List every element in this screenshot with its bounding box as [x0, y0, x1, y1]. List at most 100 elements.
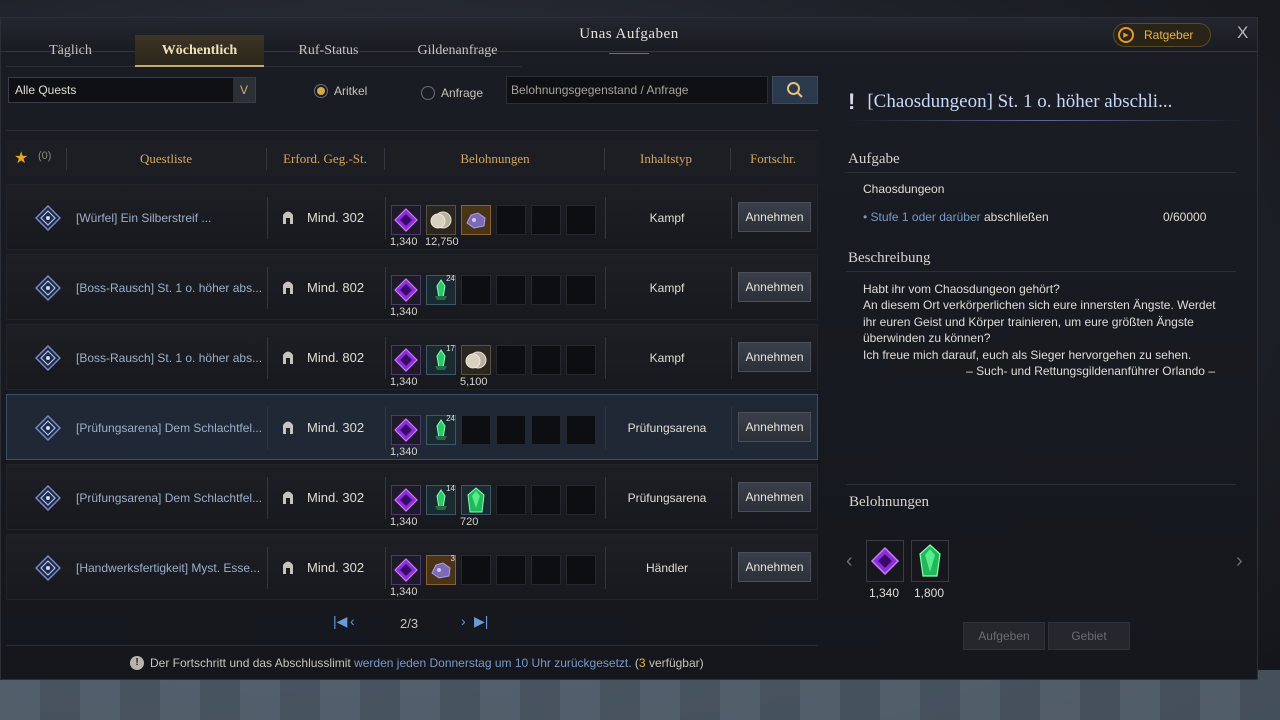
radio-dot-unchecked — [421, 86, 435, 100]
radio-request-label: Anfrage — [441, 86, 484, 100]
reward-slot[interactable] — [391, 555, 421, 585]
accept-button[interactable]: Annehmen — [738, 412, 811, 442]
purple-gem-icon — [394, 418, 418, 442]
quest-icon — [34, 484, 62, 512]
accept-button[interactable]: Annehmen — [738, 202, 811, 232]
radio-request[interactable]: Anfrage — [421, 86, 483, 100]
row-divider — [605, 407, 606, 449]
content-type: Kampf — [649, 211, 685, 225]
footer-text-4: verfügbar) — [648, 656, 704, 670]
col-progress: Fortschr. — [750, 151, 796, 166]
empty-reward-slot — [461, 555, 491, 585]
row-divider — [385, 267, 386, 309]
col-questlist: Questliste — [140, 151, 192, 166]
helmet-icon — [281, 208, 295, 226]
stack-count: 14 — [446, 484, 455, 493]
empty-reward-slot — [566, 555, 596, 585]
reward-slot[interactable] — [461, 345, 491, 375]
area-button[interactable]: Gebiet — [1048, 622, 1130, 650]
abandon-button[interactable]: Aufgeben — [963, 622, 1045, 650]
row-divider — [605, 477, 606, 519]
content-type: Prüfungsarena — [627, 491, 707, 505]
accept-button[interactable]: Annehmen — [738, 342, 811, 372]
empty-reward-slot — [566, 205, 596, 235]
reward-slot[interactable] — [391, 415, 421, 445]
reward-slot[interactable]: 3 — [426, 554, 456, 585]
row-divider — [267, 197, 268, 239]
row-divider — [605, 267, 606, 309]
row-divider — [605, 337, 606, 379]
quest-row[interactable]: [Würfel] Ein Silberstreif ... Mind. 302 1,… — [6, 184, 818, 250]
advisor-button[interactable]: ▶ Ratgeber — [1113, 23, 1211, 47]
tab-guild-request[interactable]: Gildenanfrage — [393, 35, 522, 67]
quest-row[interactable]: [Prüfungsarena] Dem Schlachtfel... Mind. … — [6, 394, 818, 460]
tab-weekly[interactable]: Wöchentlich — [135, 35, 264, 67]
emerald-icon — [919, 544, 941, 577]
accept-button[interactable]: Annehmen — [738, 482, 811, 512]
tab-reputation[interactable]: Ruf-Status — [264, 35, 393, 67]
reward-amount: 1,800 — [914, 586, 945, 600]
reward-amount: 5,100 — [460, 376, 488, 388]
footer-text-2: werden jeden Donnerstag um 10 Uhr zurück… — [354, 656, 632, 670]
quest-name: [Handwerksfertigkeit] Myst. Esse... — [76, 561, 261, 575]
prev-page-icon[interactable]: ‹ — [350, 613, 355, 629]
reward-slot[interactable] — [911, 540, 949, 582]
stack-count: 17 — [446, 344, 455, 353]
empty-reward-slot — [531, 485, 561, 515]
quest-row[interactable]: [Boss-Rausch] St. 1 o. höher abs... Mind.… — [6, 254, 818, 320]
helmet-icon — [281, 558, 295, 576]
section-divider — [846, 172, 1236, 173]
reward-slot[interactable] — [426, 205, 456, 235]
star-icon[interactable]: ★ — [14, 148, 28, 168]
description-heading: Beschreibung — [848, 250, 931, 266]
objective-progress: 0/60000 — [1163, 210, 1207, 224]
close-button[interactable]: X — [1237, 23, 1248, 43]
helmet-icon — [281, 418, 295, 436]
radio-item[interactable]: Aritkel — [314, 84, 367, 98]
reward-slot[interactable] — [866, 540, 904, 582]
content-type: Prüfungsarena — [627, 421, 707, 435]
emerald-icon — [467, 487, 485, 513]
reward-slot[interactable]: 17 — [426, 344, 456, 375]
row-divider — [267, 407, 268, 449]
quest-row[interactable]: [Handwerksfertigkeit] Myst. Esse... Mind.… — [6, 534, 818, 600]
row-divider — [605, 547, 606, 589]
reward-slot[interactable] — [391, 485, 421, 515]
accept-button[interactable]: Annehmen — [738, 552, 811, 582]
section-divider — [846, 484, 1236, 485]
chevron-left-icon[interactable]: ‹ — [846, 550, 853, 573]
row-divider — [731, 547, 732, 589]
required-level: Mind. 302 — [307, 560, 365, 575]
quest-row[interactable]: [Boss-Rausch] St. 1 o. höher abs... Mind.… — [6, 324, 818, 390]
empty-reward-slot — [531, 415, 561, 445]
first-page-icon[interactable]: |◀ — [333, 613, 347, 630]
content-type: Händler — [645, 561, 689, 575]
quest-filter-dropdown[interactable]: Alle Quests V — [8, 77, 256, 103]
reward-slot[interactable]: 14 — [426, 484, 456, 515]
accept-button[interactable]: Annehmen — [738, 272, 811, 302]
chevron-right-icon[interactable]: › — [1236, 550, 1243, 573]
reward-slot[interactable]: 24 — [426, 274, 456, 305]
reward-amount: 1,340 — [390, 516, 418, 528]
advisor-label: Ratgeber — [1144, 28, 1194, 42]
reward-slot[interactable]: 24 — [426, 414, 456, 445]
reward-slot[interactable] — [461, 205, 491, 235]
search-input[interactable] — [506, 76, 768, 104]
row-divider — [267, 477, 268, 519]
helmet-icon — [281, 488, 295, 506]
search-button[interactable] — [772, 76, 818, 104]
reward-amount: 1,340 — [390, 306, 418, 318]
tab-daily[interactable]: Täglich — [6, 35, 135, 67]
quest-icon — [34, 274, 62, 302]
next-page-icon[interactable]: › — [461, 613, 466, 629]
last-page-icon[interactable]: ▶| — [474, 613, 488, 630]
reward-slot[interactable] — [461, 485, 491, 515]
quest-row[interactable]: [Prüfungsarena] Dem Schlachtfel... Mind. … — [6, 464, 818, 530]
reward-slot[interactable] — [391, 205, 421, 235]
task-heading: Aufgabe — [848, 151, 900, 167]
col-required-level: Erford. Geg.-St. — [283, 151, 367, 166]
reward-slot[interactable] — [391, 345, 421, 375]
reward-slot[interactable] — [391, 275, 421, 305]
required-level: Mind. 302 — [307, 490, 365, 505]
purple-gem-icon — [394, 278, 418, 302]
